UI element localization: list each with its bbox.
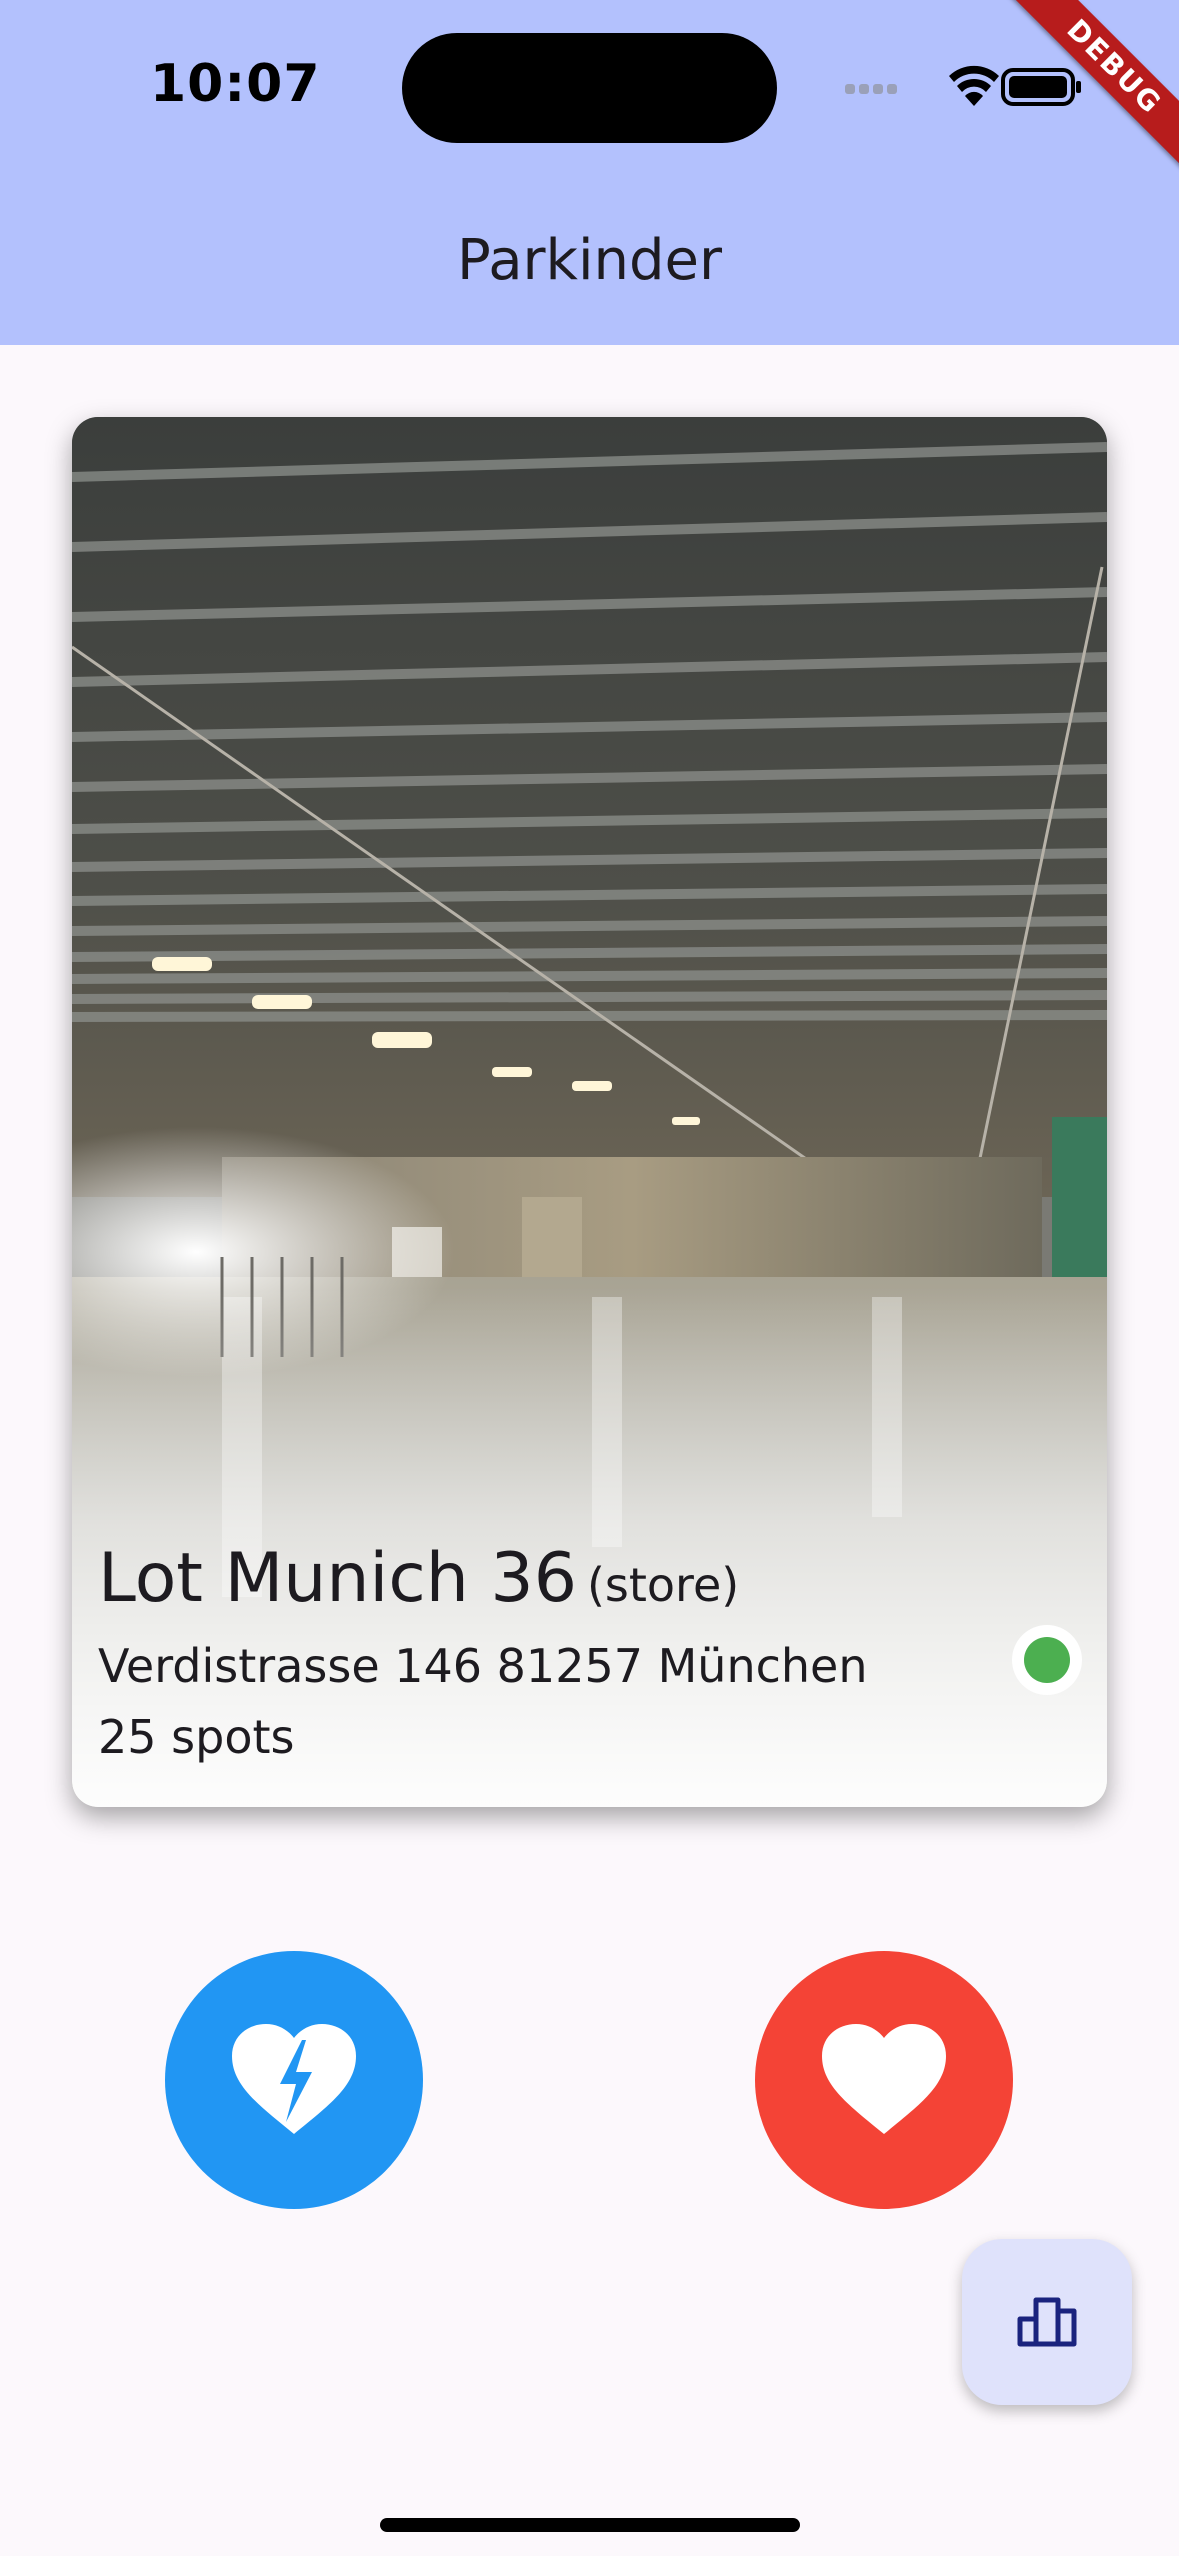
signal-icon: [845, 84, 897, 94]
debug-banner: DEBUG: [989, 0, 1179, 190]
leaderboard-button[interactable]: [962, 2239, 1132, 2405]
lot-name: Lot Munich 36: [98, 1539, 577, 1618]
broken-heart-icon: [232, 2024, 356, 2134]
dynamic-island: [402, 33, 777, 143]
lot-spots: 25 spots: [98, 1710, 295, 1764]
page-title: Parkinder: [456, 228, 723, 293]
heart-icon: [822, 2024, 946, 2134]
lot-type: (store): [586, 1558, 740, 1612]
dislike-button[interactable]: [165, 1951, 423, 2209]
lot-address: Verdistrasse 146 81257 München: [98, 1639, 868, 1693]
parking-lot-card[interactable]: Lot Munich 36 (store) Verdistrasse 146 81…: [72, 417, 1107, 1807]
leaderboard-icon: [1017, 2297, 1077, 2347]
debug-label: DEBUG: [992, 0, 1179, 189]
availability-status-icon: [1012, 1625, 1082, 1695]
like-button[interactable]: [755, 1951, 1013, 2209]
status-time: 10:07: [150, 54, 321, 114]
home-indicator: [380, 2518, 800, 2532]
lot-name-line: Lot Munich 36 (store): [98, 1539, 739, 1618]
